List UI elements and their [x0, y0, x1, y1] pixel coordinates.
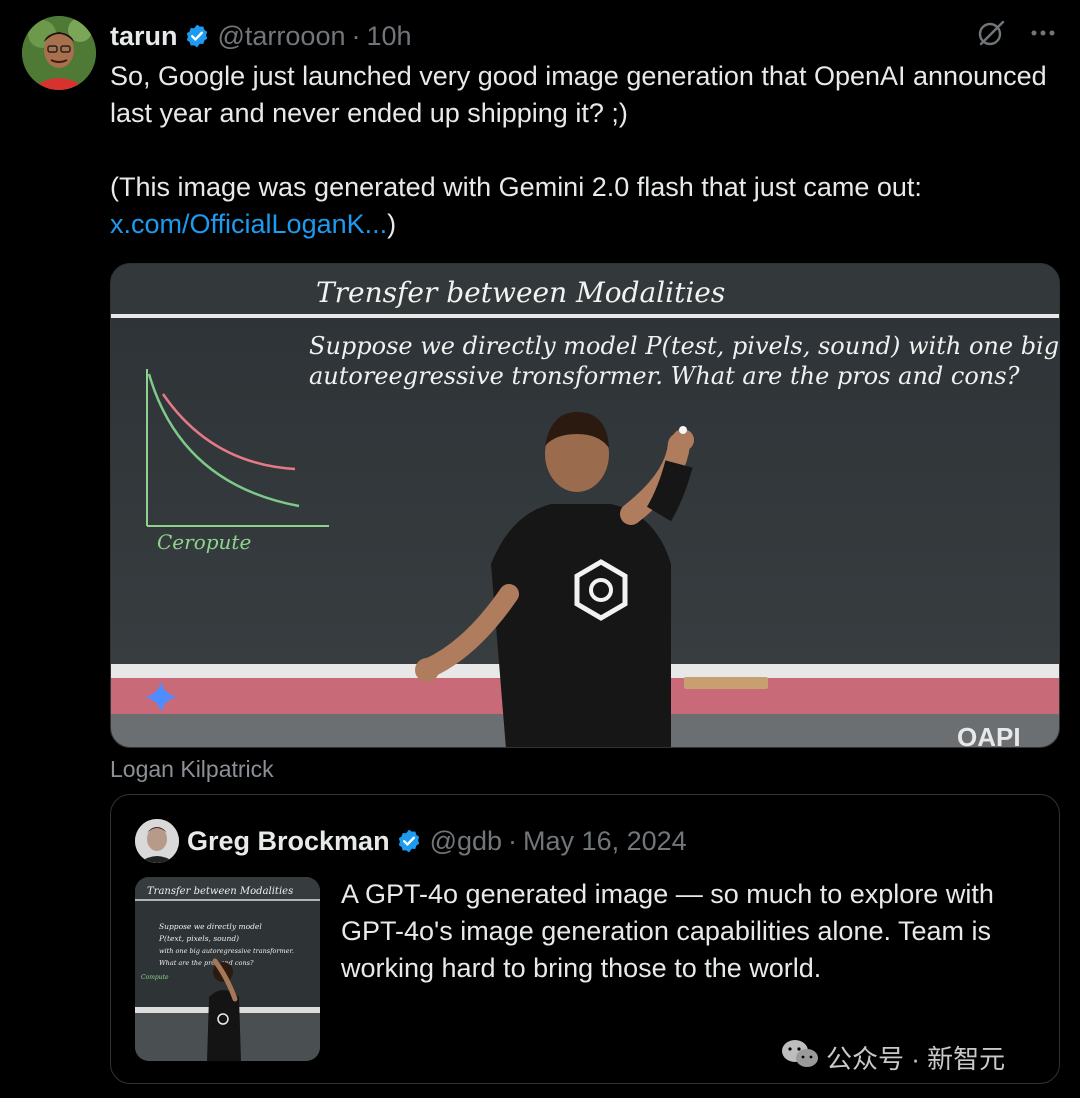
- thumb-title: Transfer between Modalities: [147, 886, 293, 897]
- more-icon[interactable]: [1028, 18, 1058, 53]
- watermark: 公众号 · 新智元: [780, 1038, 1005, 1077]
- thumb-line-1: Suppose we directly model: [159, 922, 262, 931]
- thumb-line-2: P(text, pixels, sound): [158, 934, 239, 943]
- graph-label: Ceropute: [157, 530, 251, 554]
- quote-text: A GPT-4o generated image — so much to ex…: [341, 879, 994, 983]
- tweet-text-paragraph-2: (This image was generated with Gemini 2.…: [110, 172, 922, 202]
- quote-author-avatar[interactable]: [135, 819, 179, 863]
- separator-dot: ·: [351, 20, 361, 51]
- tweet-link[interactable]: x.com/OfficialLoganK...: [110, 209, 387, 239]
- wechat-icon: [780, 1038, 820, 1077]
- author-avatar[interactable]: [22, 16, 96, 90]
- tweet-media-image[interactable]: Trensfer between Modalities Suppose we d…: [110, 263, 1060, 748]
- thumb-label: Compute: [141, 974, 169, 981]
- tweet-header: tarun @tarrooon · 10h: [110, 18, 412, 54]
- board-line-2: autoreegressive tronsformer. What are th…: [309, 362, 1020, 390]
- tweet: tarun @tarrooon · 10h So, Google just la…: [0, 0, 1080, 1098]
- board-line-1: Suppose we directly model P(test, pivels…: [309, 332, 1059, 360]
- watermark-text: 公众号 · 新智元: [826, 1044, 1006, 1074]
- verified-badge-icon: [396, 828, 422, 854]
- author-name[interactable]: tarun: [110, 21, 178, 52]
- verified-badge-icon: [184, 23, 210, 49]
- quote-media-thumbnail[interactable]: Transfer between Modalities Suppose we d…: [135, 877, 320, 1061]
- quote-date[interactable]: May 16, 2024: [523, 826, 687, 857]
- tweet-time[interactable]: 10h: [366, 21, 411, 52]
- author-handle[interactable]: @tarrooon: [218, 21, 346, 52]
- thumb-line-4: What are the pros and cons?: [159, 959, 254, 967]
- grok-icon[interactable]: [976, 18, 1006, 53]
- tweet-text-paragraph-1: So, Google just launched very good image…: [110, 61, 1055, 128]
- quote-separator-dot: ·: [508, 825, 518, 856]
- corner-mark: OAPI: [957, 722, 1021, 748]
- tweet-text: So, Google just launched very good image…: [110, 58, 1050, 243]
- quote-author-name[interactable]: Greg Brockman: [187, 826, 390, 857]
- tweet-link-suffix: ): [387, 209, 397, 239]
- quote-header: Greg Brockman @gdb · May 16, 2024: [187, 821, 687, 861]
- quote-author-handle[interactable]: @gdb: [430, 826, 502, 857]
- thumb-line-3: with one big autoregressive transformer.: [159, 947, 294, 955]
- board-title: Trensfer between Modalities: [316, 276, 725, 309]
- media-caption[interactable]: Logan Kilpatrick: [110, 756, 274, 783]
- tweet-actions-top: [976, 18, 1058, 53]
